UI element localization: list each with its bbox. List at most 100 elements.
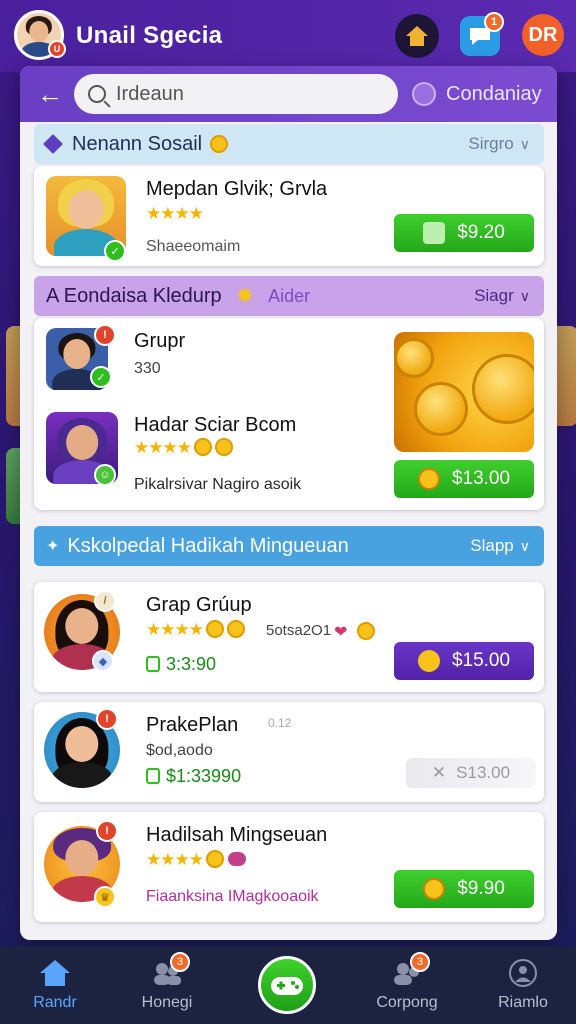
section-title: A Eondaisa Kledurp [46, 284, 222, 307]
item-timer-label: $1:33990 [166, 766, 242, 786]
section-header-weekly[interactable]: ✦ Kskolpedal Hadikah Mingueuan Slapp ∨ [34, 526, 544, 566]
item-title: Hadilsah Mingseuan [146, 824, 328, 846]
chat-badge: 1 [484, 12, 504, 32]
ticket-icon [423, 222, 446, 244]
coin-icon [417, 468, 440, 490]
list-item[interactable]: ! PrakePlan 0.12 $od,aodo $1:33990 ✕ S13… [34, 702, 544, 802]
list-item[interactable]: / ◆ Grap Grúup ★★★★ 5otsa2O1 ❤ 3:3:90 $1… [34, 582, 544, 692]
notification-badge-icon: ! [96, 708, 118, 730]
profile-menu-button[interactable]: DR [522, 14, 564, 56]
price-label: $9.90 [457, 878, 505, 899]
nav-label: Honegi [141, 994, 193, 1011]
price-label: $15.00 [451, 650, 511, 671]
price-label: $9.20 [457, 222, 505, 243]
diamond-icon [43, 134, 63, 154]
back-arrow-icon[interactable]: ← [34, 78, 66, 110]
notification-badge-icon: ! [96, 820, 118, 842]
home-icon [40, 960, 70, 986]
nav-item-honeg[interactable]: 3 Honegi [122, 952, 212, 1012]
item-subtitle: $od,aodo [146, 742, 213, 759]
rating-stars-icon: ★★★★ [146, 620, 245, 640]
price-button[interactable]: $15.00 [394, 642, 534, 680]
search-input[interactable] [116, 82, 386, 106]
item-subtitle: Fiaanksina IMagkooaoik [146, 888, 319, 905]
filter-ring-icon [412, 82, 436, 106]
nav-label: Randr [33, 994, 77, 1011]
item-subtitle: 330 [134, 360, 161, 377]
section-more-label: Siagr [474, 286, 514, 305]
avatar-badge: U [48, 40, 66, 58]
house-icon [406, 26, 428, 46]
nav-label: Riamlo [498, 994, 548, 1011]
search-bar: ← Condaniay [20, 66, 557, 122]
section-header-leaderboard[interactable]: A Eondaisa Kledurp ✸ Aider Siagr ∨ [34, 276, 544, 316]
section-more[interactable]: Slapp ∨ [470, 536, 530, 556]
nav-label: Corpong [376, 994, 438, 1011]
search-field[interactable] [74, 74, 398, 114]
search-icon [88, 85, 106, 103]
chevron-down-icon: ∨ [519, 135, 530, 152]
nav-badge: 3 [170, 952, 190, 972]
item-meta: 5otsa2O1 [266, 622, 332, 639]
verified-badge-icon: ✓ [90, 366, 112, 388]
item-subtitle: Shaeeomaim [146, 238, 241, 255]
item-title: Grap Grúup [146, 594, 252, 616]
price-button-disabled[interactable]: ✕ S13.00 [406, 758, 536, 788]
notification-badge-icon: ! [94, 324, 116, 346]
price-label: S13.00 [456, 763, 511, 782]
item-meta: 0.12 [268, 716, 292, 730]
section-title: Kskolpedal Hadikah Mingueuan [67, 534, 349, 557]
home-shop-button[interactable] [395, 14, 439, 58]
section-more-label: Sirgro [468, 134, 514, 153]
rating-stars-icon: ★★★★ [146, 204, 204, 223]
list-item[interactable]: ✓ Mepdan Glvik; Grvla ★★★★ Shaeeomaim $9… [34, 166, 544, 266]
item-title: Grupr [134, 330, 186, 352]
item-timer-label: 3:3:90 [166, 654, 217, 674]
item-subtitle: Pikalrsivar Nagiro asoik [134, 476, 302, 493]
top-app-bar: U Unail Sgecia 1 DR [0, 0, 576, 72]
price-button[interactable]: $13.00 [394, 460, 534, 498]
list-item[interactable]: ! ♛ Hadilsah Mingseuan ★★★★ Fiaanksina I… [34, 812, 544, 922]
section-title: Nenann Sosail [72, 132, 203, 155]
coin-stack-image [394, 332, 534, 452]
nav-item-home[interactable]: Randr [10, 958, 100, 1012]
item-title: Mepdan Glvik; Grvla [146, 178, 328, 200]
pin-icon: ✦ [46, 538, 60, 555]
price-label: $13.00 [451, 468, 511, 489]
app-title: Unail Sgecia [76, 22, 223, 49]
nav-badge: 3 [410, 952, 430, 972]
profile-circle-icon [509, 959, 537, 987]
section-more[interactable]: Siagr ∨ [474, 286, 530, 306]
condition-filter-label: Condaniay [446, 82, 542, 105]
coin-icon [417, 650, 440, 672]
item-timer: 3:3:90 [146, 654, 216, 675]
item-title: PrakePlan [146, 714, 239, 736]
nav-item-coupons[interactable]: 3 Corpong [362, 952, 452, 1012]
sparkle-icon: ✸ [235, 283, 255, 308]
section-more[interactable]: Sirgro ∨ [468, 134, 530, 154]
smile-badge-icon: ☺ [94, 464, 116, 486]
profile-menu-label: DR [528, 23, 558, 46]
chevron-down-icon: ∨ [519, 537, 530, 554]
crown-badge-icon: ♛ [94, 886, 116, 908]
nav-item-profile[interactable]: Riamlo [478, 958, 568, 1012]
chat-button[interactable]: 1 [460, 12, 504, 56]
section-tag: Aider [268, 285, 311, 306]
condition-filter-button[interactable]: Condaniay [412, 80, 542, 108]
coin-icon [210, 135, 229, 153]
verified-badge-icon: ✓ [104, 240, 126, 262]
nav-center-button[interactable] [258, 956, 316, 1014]
clock-badge-icon: / [94, 590, 116, 612]
price-button[interactable]: $9.90 [394, 870, 534, 908]
heart-icon: ❤ [334, 624, 348, 641]
item-title: Hadar Sciar Bcom [134, 414, 297, 436]
search-results-panel: ← Condaniay Nenann Sosail Sirgro ∨ ✓ Mep… [20, 66, 557, 940]
coin-icon [357, 622, 375, 640]
lock-icon [146, 656, 160, 672]
diamond-badge-icon: ◆ [92, 650, 114, 672]
price-button[interactable]: $9.20 [394, 214, 534, 252]
chevron-down-icon: ∨ [519, 287, 530, 304]
coin-icon [423, 878, 446, 900]
section-header-social[interactable]: Nenann Sosail Sirgro ∨ [34, 124, 544, 164]
group-card[interactable]: ! ✓ Grupr 330 ☺ Hadar Sciar Bcom ★★★★ Pi… [34, 318, 544, 510]
